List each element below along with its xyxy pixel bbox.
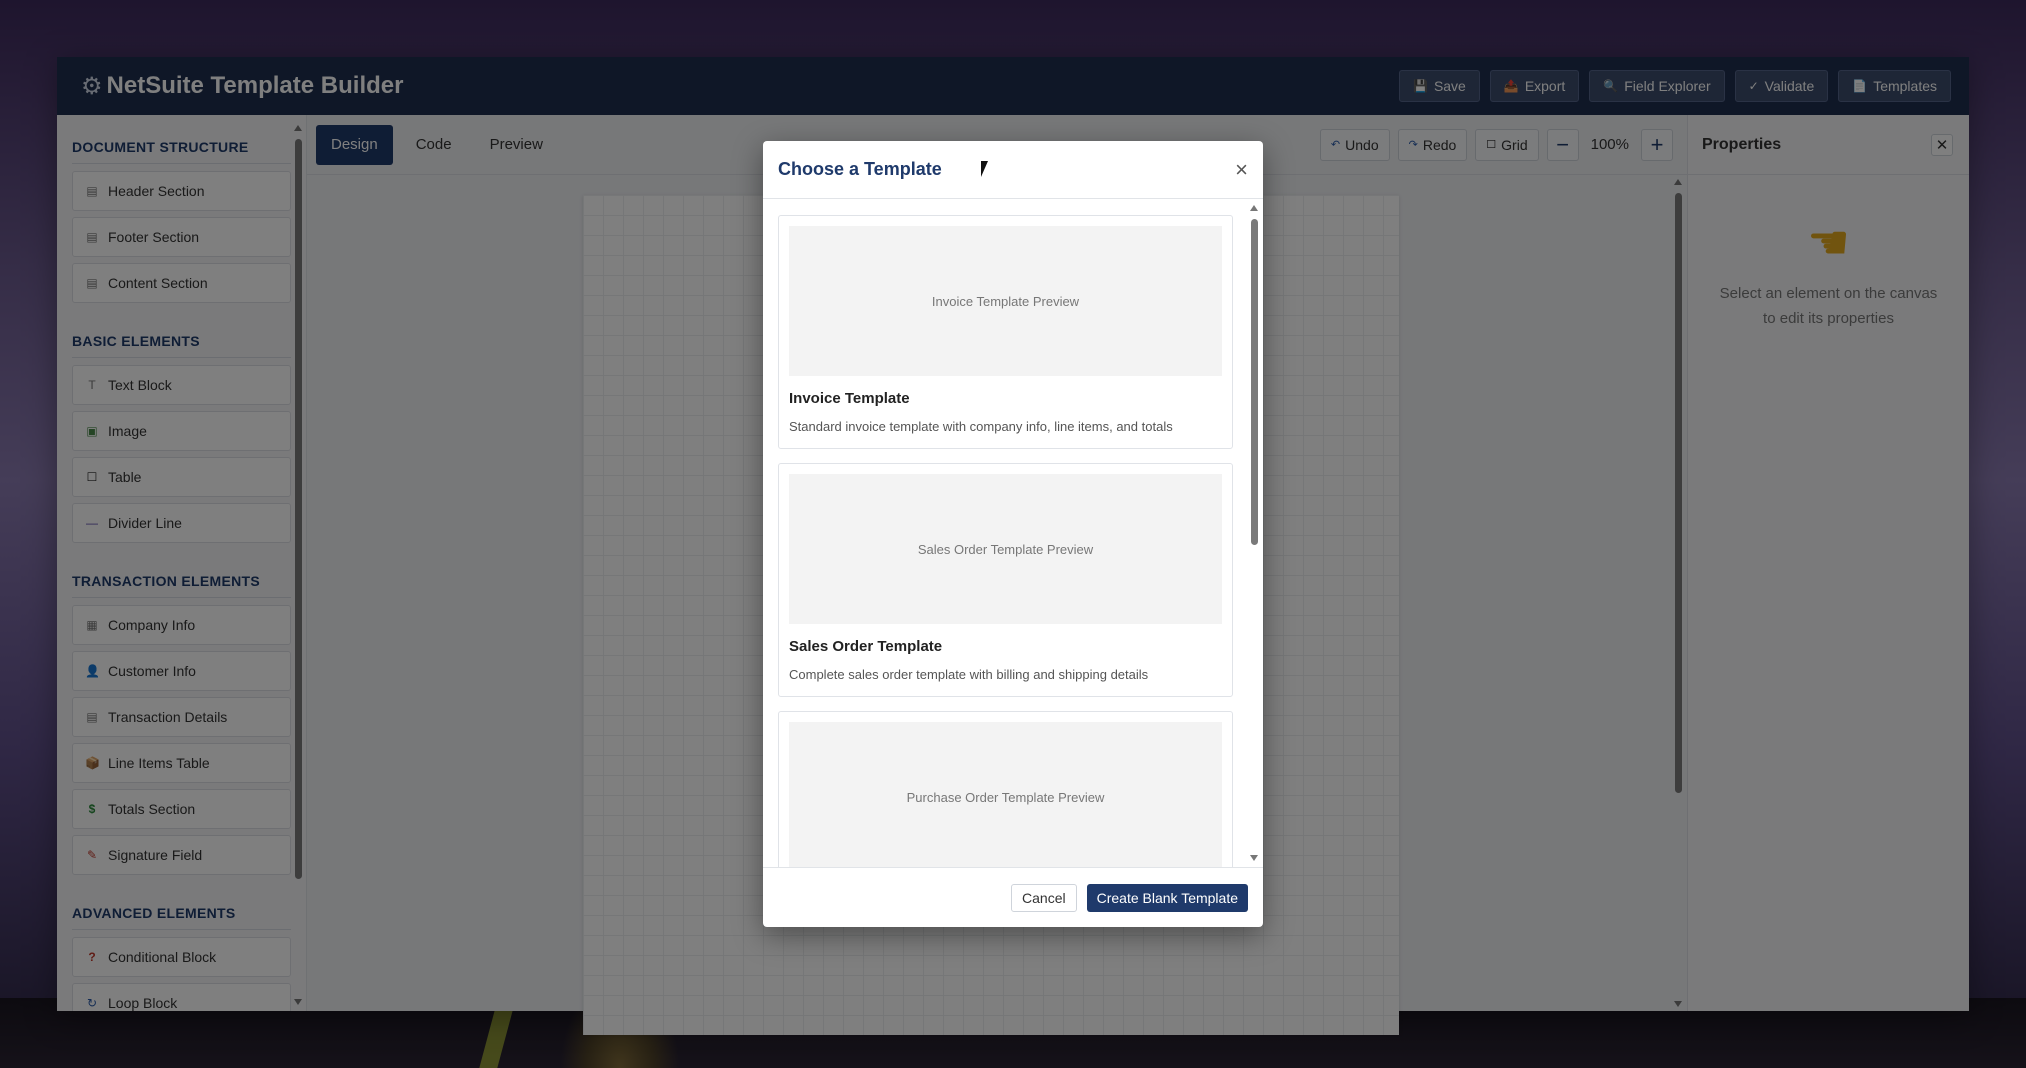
template-description: Standard invoice template with company i… (789, 419, 1173, 434)
template-preview: Purchase Order Template Preview (789, 722, 1222, 867)
template-description: Complete sales order template with billi… (789, 667, 1149, 682)
dialog-scrollbar[interactable] (1249, 205, 1259, 861)
scroll-up-icon[interactable] (1250, 205, 1258, 211)
create-blank-template-button[interactable]: Create Blank Template (1086, 883, 1248, 912)
cancel-button[interactable]: Cancel (1011, 883, 1077, 912)
template-card-sales-order[interactable]: Sales Order Template Preview Sales Order… (778, 463, 1233, 697)
template-preview: Sales Order Template Preview (789, 474, 1222, 624)
template-card-purchase-order[interactable]: Purchase Order Template Preview (778, 711, 1233, 867)
choose-template-dialog: Choose a Template × Invoice Template Pre… (763, 141, 1263, 927)
scrollbar-thumb[interactable] (1251, 219, 1258, 545)
dialog-header: Choose a Template × (763, 141, 1263, 199)
template-name: Sales Order Template (789, 638, 943, 655)
dialog-title: Choose a Template (778, 159, 942, 179)
template-preview: Invoice Template Preview (789, 226, 1222, 376)
close-icon[interactable]: × (1235, 157, 1248, 183)
scroll-down-icon[interactable] (1250, 855, 1258, 861)
mouse-cursor-icon (981, 161, 988, 177)
template-name: Invoice Template (789, 390, 910, 407)
dialog-footer: Cancel Create Blank Template (763, 867, 1263, 927)
template-card-invoice[interactable]: Invoice Template Preview Invoice Templat… (778, 215, 1233, 449)
template-list: Invoice Template Preview Invoice Templat… (763, 199, 1263, 867)
